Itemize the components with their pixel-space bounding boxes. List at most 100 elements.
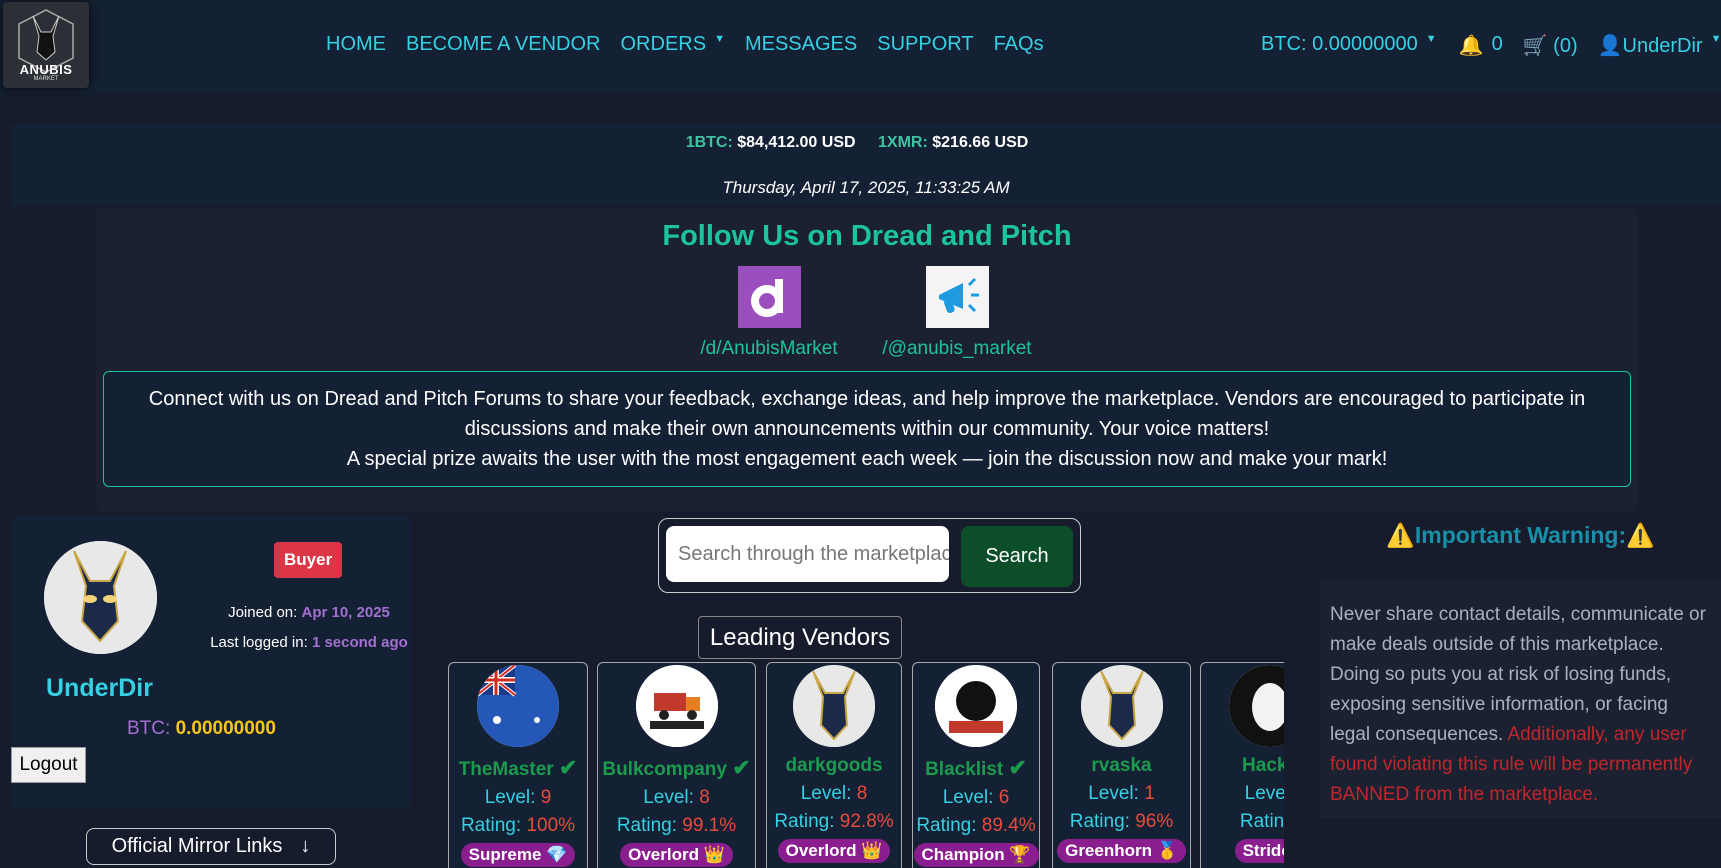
rating-value: 99.1%: [682, 815, 737, 836]
nav-orders-label: ORDERS: [620, 33, 707, 55]
vendor-level: Level: 9: [449, 787, 587, 809]
search-input[interactable]: [666, 526, 949, 582]
verified-check-icon: ✔: [558, 755, 578, 780]
level-label: Level:: [942, 787, 994, 808]
user-menu[interactable]: 👤UnderDir ▼: [1598, 33, 1721, 58]
main-nav: HOME BECOME A VENDOR ORDERS ▼ MESSAGES SU…: [326, 33, 1044, 56]
joined-label: Joined on:: [228, 604, 298, 621]
notice-line-2: discussions and make their own announcem…: [464, 418, 1270, 440]
vendor-card[interactable]: Blacklist ✔ Level: 6 Rating: 89.4% Champ…: [912, 662, 1040, 868]
level-label: Level:: [643, 787, 694, 808]
cart-icon: 🛒: [1522, 35, 1548, 57]
xmr-price-label: 1XMR:: [878, 134, 928, 151]
arrow-down-icon: ↓: [300, 835, 311, 857]
btc-balance-dropdown[interactable]: BTC: 0.00000000 ▼: [1261, 33, 1437, 58]
nav-orders[interactable]: ORDERS ▼: [621, 33, 725, 56]
rating-value: 100%: [526, 815, 576, 836]
vendor-name-text: rvaska: [1091, 755, 1152, 776]
vendor-name: darkgoods: [767, 755, 901, 777]
vendor-card[interactable]: Hacky Level: Rating: Strider: [1200, 662, 1284, 868]
warning-body: Never share contact details, communicate…: [1320, 580, 1721, 818]
vendor-tier-badge: Overlord 👑: [620, 843, 733, 867]
warning-title: ⚠️Important Warning:⚠️: [1386, 522, 1655, 548]
caret-down-icon: ▼: [1710, 33, 1721, 45]
vendor-card[interactable]: darkgoods Level: 8 Rating: 92.8% Overlor…: [766, 662, 902, 868]
logo-title: ANUBIS: [19, 62, 73, 77]
dread-icon: [737, 266, 801, 328]
user-menu-label: UnderDir: [1622, 35, 1703, 57]
vendor-avatar: [1229, 665, 1284, 747]
vendor-card[interactable]: Bulkcompany ✔ Level: 8 Rating: 99.1% Ove…: [597, 662, 756, 868]
rating-value: 89.4%: [981, 815, 1036, 836]
level-label: Level:: [484, 787, 536, 808]
search-form: Search: [658, 518, 1081, 593]
dread-link-label: /d/AnubisMarket: [700, 338, 838, 359]
rating-label: Rating:: [774, 811, 835, 832]
nav-home[interactable]: HOME: [326, 33, 386, 56]
btc-balance-label: BTC: 0.00000000: [1261, 33, 1418, 55]
cart-count: (0): [1553, 35, 1578, 57]
vendor-carousel: TheMaster ✔ Level: 9 Rating: 100% Suprem…: [448, 662, 1284, 868]
vendor-rating: Rating:: [1201, 811, 1284, 833]
vendor-tier-badge: Overlord 👑: [777, 839, 891, 863]
notification-count[interactable]: 0: [1492, 33, 1503, 58]
nav-support[interactable]: SUPPORT: [877, 33, 973, 56]
leading-vendors-title: Leading Vendors: [698, 616, 902, 659]
xmr-price-value: $216.66 USD: [932, 134, 1029, 151]
last-login-label: Last logged in:: [210, 634, 308, 651]
vendor-name: Hacky: [1201, 755, 1284, 777]
vendor-card[interactable]: TheMaster ✔ Level: 9 Rating: 100% Suprem…: [448, 662, 588, 868]
profile-btc-value: 0.00000000: [175, 718, 276, 739]
vendor-name-text: Bulkcompany: [602, 759, 727, 780]
joined-value: Apr 10, 2025: [301, 604, 390, 621]
level-label: Level:: [1088, 783, 1139, 804]
anubis-logo[interactable]: ANUBIS MARKET: [3, 2, 89, 88]
vendor-name-text: darkgoods: [785, 755, 883, 776]
level-label: Level:: [1244, 783, 1284, 804]
rating-label: Rating:: [460, 815, 522, 836]
level-value: 8: [699, 787, 710, 808]
bell-icon: 🔔: [1458, 35, 1484, 57]
vendor-card[interactable]: rvaska Level: 1 Rating: 96% Greenhorn 🥇: [1052, 662, 1191, 868]
nav-messages[interactable]: MESSAGES: [745, 33, 857, 56]
vendor-tier-badge: Supreme 💎: [460, 843, 576, 867]
cart-button[interactable]: 🛒 (0): [1523, 33, 1578, 58]
vendor-rating: Rating: 89.4%: [913, 815, 1039, 837]
verified-check-icon: ✔: [1008, 755, 1027, 780]
vendor-rating: Rating: 99.1%: [598, 815, 755, 837]
price-ticker: 1BTC: $84,412.00 USD 1XMR: $216.66 USD T…: [11, 124, 1721, 206]
pitch-link[interactable]: /@anubis_market: [857, 266, 1057, 360]
rating-label: Rating:: [1239, 811, 1284, 832]
rating-label: Rating:: [1069, 811, 1130, 832]
follow-section: Follow Us on Dread and Pitch /d/AnubisMa…: [96, 208, 1638, 512]
profile-btc: BTC: 0.00000000: [127, 718, 276, 740]
last-login-value: 1 second ago: [311, 634, 408, 651]
vendor-name: Blacklist ✔: [913, 755, 1039, 781]
search-button[interactable]: Search: [961, 526, 1073, 587]
level-label: Level:: [800, 783, 852, 804]
vendor-level: Level: 8: [598, 787, 755, 809]
level-value: 6: [998, 787, 1010, 808]
megaphone-icon: [925, 266, 989, 328]
vendor-name: Bulkcompany ✔: [598, 755, 755, 781]
account-info: Joined on: Apr 10, 2025 Last logged in: …: [199, 598, 419, 658]
avatar: [44, 541, 157, 654]
price-row: 1BTC: $84,412.00 USD 1XMR: $216.66 USD: [11, 134, 1721, 152]
notice-line-3: A special prize awaits the user with the…: [346, 448, 1388, 470]
nav-become-vendor[interactable]: BECOME A VENDOR: [406, 33, 601, 56]
mirror-links-button[interactable]: Official Mirror Links ↓: [86, 828, 336, 865]
logout-button[interactable]: Logout: [11, 747, 86, 783]
notifications-button[interactable]: 🔔: [1459, 33, 1484, 58]
vendor-name: TheMaster ✔: [449, 755, 587, 781]
vendor-name-text: TheMaster: [458, 759, 554, 780]
profile-card: Buyer Joined on: Apr 10, 2025 Last logge…: [11, 516, 411, 808]
level-value: 8: [856, 783, 868, 804]
nav-faqs[interactable]: FAQs: [994, 33, 1044, 56]
logo-subtitle: MARKET: [33, 76, 59, 82]
vendor-tier-badge: Greenhorn 🥇: [1057, 839, 1186, 863]
header-right: BTC: 0.00000000 ▼ 🔔 0 🛒 (0) 👤UnderDir ▼: [1261, 33, 1721, 58]
dread-link[interactable]: /d/AnubisMarket: [669, 266, 869, 360]
btc-price-value: $84,412.00 USD: [737, 134, 856, 151]
caret-down-icon: ▼: [1425, 33, 1437, 45]
mirror-links-label: Official Mirror Links: [111, 835, 283, 857]
